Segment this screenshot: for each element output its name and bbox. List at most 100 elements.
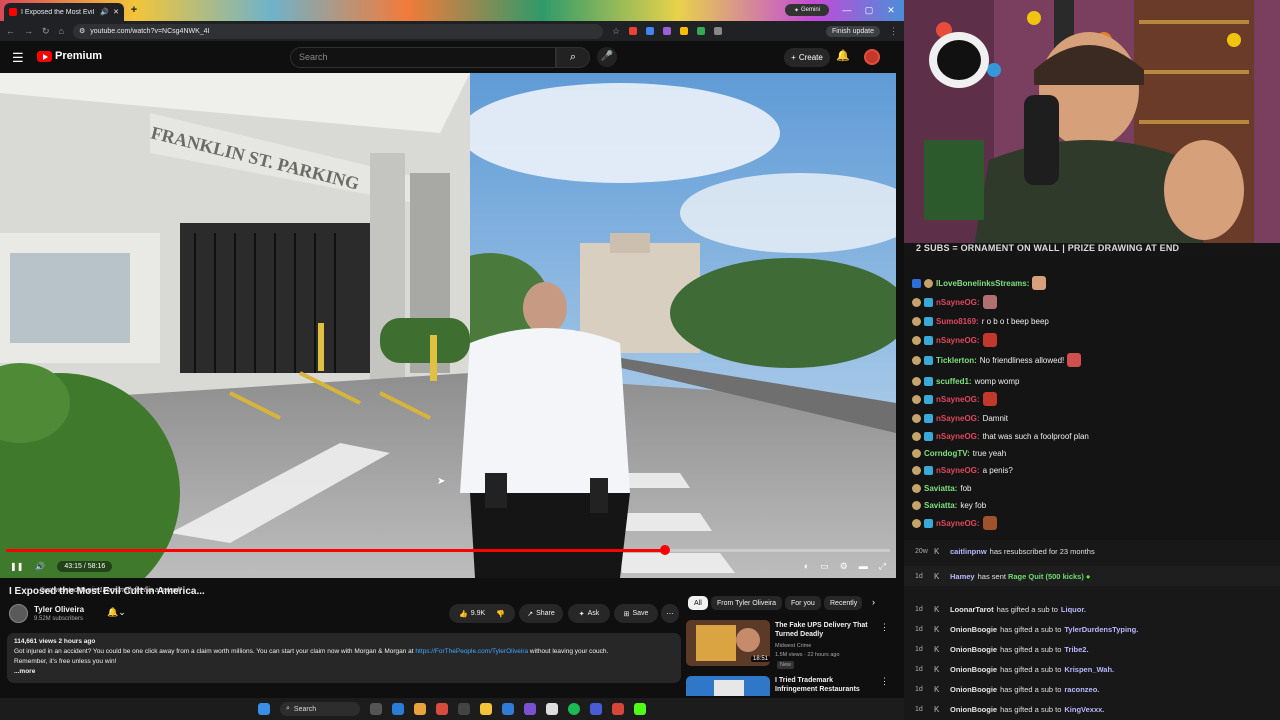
chat-username[interactable]: Saviatta: — [924, 484, 957, 493]
app-icon[interactable] — [612, 703, 624, 715]
thumbs-down-icon[interactable]: 👎 — [496, 610, 505, 618]
show-more-link[interactable]: ...more — [14, 668, 35, 675]
save-button[interactable]: ⊞ Save — [614, 604, 658, 623]
event-user[interactable]: OnionBoogie — [950, 625, 997, 634]
chat-username[interactable]: scuffed1: — [936, 377, 972, 386]
extension-icon[interactable] — [663, 27, 672, 35]
voice-search-button[interactable]: 🎤 — [597, 47, 617, 67]
minimize-window-button[interactable]: — — [840, 3, 854, 17]
chip-all[interactable]: All — [688, 596, 708, 610]
kick-icon[interactable] — [634, 703, 646, 715]
create-button[interactable]: + Create — [784, 48, 830, 67]
chat-username[interactable]: nSayneOG: — [936, 466, 980, 475]
more-actions-button[interactable]: ⋯ — [661, 604, 679, 623]
event-user[interactable]: OnionBoogie — [950, 685, 997, 694]
theater-mode-icon[interactable]: ▬ — [859, 561, 868, 572]
autoplay-toggle[interactable]: ◐ — [804, 561, 809, 572]
recommendation-title[interactable]: The Fake UPS Delivery That Turned Deadly — [775, 621, 875, 639]
chat-username[interactable]: ILoveBonelinksStreams: — [936, 279, 1029, 288]
chat-username[interactable]: nSayneOG: — [936, 336, 980, 345]
maximize-window-button[interactable]: ▢ — [862, 3, 876, 17]
video-player[interactable]: FRANKLIN ST. PARKING — [0, 73, 896, 578]
description-link[interactable]: https://ForThePeople.com/TylerOliveira — [415, 648, 528, 655]
app-icon[interactable] — [502, 703, 514, 715]
event-target[interactable]: KingVexxx. — [1064, 705, 1104, 714]
file-explorer-icon[interactable] — [480, 703, 492, 715]
edge-icon[interactable] — [392, 703, 404, 715]
browser-menu-icon[interactable]: ⋮ — [889, 26, 898, 37]
chip-recently[interactable]: Recently — [824, 596, 862, 610]
app-icon[interactable] — [436, 703, 448, 715]
chat-username[interactable]: nSayneOG: — [936, 414, 980, 423]
event-user[interactable]: LoonarTarot — [950, 605, 994, 614]
close-window-button[interactable]: ✕ — [884, 3, 898, 17]
app-icon[interactable] — [590, 703, 602, 715]
event-user[interactable]: Hamey — [950, 572, 975, 581]
subscribe-bell-icon[interactable]: 🔔⌄ — [107, 607, 126, 618]
address-bar[interactable]: ⚙ youtube.com/watch?v=NCsg4NWK_4I — [72, 23, 603, 39]
app-icon[interactable] — [546, 703, 558, 715]
browser-tab[interactable]: I Exposed the Most Evil Cult 🔊 ✕ — [4, 3, 124, 21]
taskbar-search[interactable]: ⌕ Search — [280, 702, 360, 716]
gemini-button[interactable]: ✦ Gemini — [785, 4, 829, 16]
chat-username[interactable]: nSayneOG: — [936, 395, 980, 404]
event-user[interactable]: caitlinpnw — [950, 547, 987, 556]
event-target[interactable]: Liquor. — [1061, 605, 1086, 614]
event-target[interactable]: Krispen_Wah. — [1064, 665, 1114, 674]
account-avatar[interactable] — [864, 49, 880, 65]
recommendation-thumbnail[interactable] — [686, 676, 770, 696]
settings-gear-icon[interactable]: ⚙ — [840, 561, 848, 572]
home-icon[interactable]: ⌂ — [59, 26, 64, 36]
task-view-icon[interactable] — [370, 703, 382, 715]
chip-for-you[interactable]: For you — [785, 596, 821, 610]
event-user[interactable]: OnionBoogie — [950, 705, 997, 714]
fullscreen-icon[interactable]: ⤢ — [879, 561, 886, 572]
tab-audio-icon[interactable]: 🔊 — [100, 8, 109, 16]
pause-icon[interactable]: ❚❚ — [10, 562, 23, 571]
share-button[interactable]: ↗ Share — [519, 604, 563, 623]
event-user[interactable]: OnionBoogie — [950, 665, 997, 674]
recommendation-channel[interactable]: Midwest Crime — [775, 642, 811, 651]
reload-icon[interactable]: ↻ — [42, 26, 50, 37]
extension-icon[interactable] — [680, 27, 689, 35]
chrome-icon[interactable] — [414, 703, 426, 715]
event-user[interactable]: OnionBoogie — [950, 645, 997, 654]
hamburger-menu-icon[interactable]: ☰ — [12, 50, 24, 66]
new-tab-button[interactable]: + — [128, 4, 140, 16]
search-input[interactable]: Search — [290, 47, 556, 68]
extension-icon[interactable] — [629, 27, 638, 35]
app-icon[interactable] — [524, 703, 536, 715]
event-target[interactable]: raconzeo. — [1064, 685, 1099, 694]
app-icon[interactable] — [458, 703, 470, 715]
ask-button[interactable]: ✦ Ask — [568, 604, 610, 623]
notifications-bell-icon[interactable]: 🔔 — [836, 49, 850, 62]
like-dislike-button[interactable]: 👍 9.9K 👎 — [449, 604, 515, 623]
extension-icon[interactable] — [646, 27, 655, 35]
back-icon[interactable]: ← — [6, 26, 15, 36]
spotify-icon[interactable] — [568, 703, 580, 715]
site-info-icon[interactable]: ⚙ — [79, 27, 85, 35]
chip-from-channel[interactable]: From Tyler Oliveira — [711, 596, 782, 610]
chat-username[interactable]: Saviatta: — [924, 501, 957, 510]
finish-update-button[interactable]: Finish update — [825, 25, 880, 37]
recommendation-title[interactable]: I Tried Trademark Infringement Restauran… — [775, 676, 875, 694]
event-target[interactable]: Tribe2. — [1064, 645, 1088, 654]
chat-username[interactable]: nSayneOG: — [936, 298, 980, 307]
captions-icon[interactable]: ▭ — [820, 561, 829, 572]
recommendation-menu-icon[interactable]: ⋮ — [880, 676, 889, 687]
extensions-puzzle-icon[interactable] — [714, 27, 723, 35]
video-description[interactable]: 114,661 views 2 hours ago Got injured in… — [7, 633, 681, 683]
youtube-logo[interactable]: Premium — [37, 50, 102, 62]
channel-avatar[interactable] — [9, 604, 28, 623]
bookmark-star-icon[interactable]: ☆ — [612, 26, 620, 37]
chat-username[interactable]: CorndogTV: — [924, 449, 970, 458]
channel-name[interactable]: Tyler Oliveira — [34, 605, 84, 614]
extension-icon[interactable] — [697, 27, 706, 35]
event-target[interactable]: TylerDurdensTyping. — [1064, 625, 1138, 634]
forward-icon[interactable]: → — [24, 26, 33, 36]
chat-username[interactable]: nSayneOG: — [936, 519, 980, 528]
chips-next-icon[interactable]: › — [872, 597, 875, 607]
chat-username[interactable]: Ticklerton: — [936, 356, 977, 365]
windows-start-icon[interactable] — [258, 703, 270, 715]
chat-username[interactable]: Sumo8169: — [936, 317, 979, 326]
